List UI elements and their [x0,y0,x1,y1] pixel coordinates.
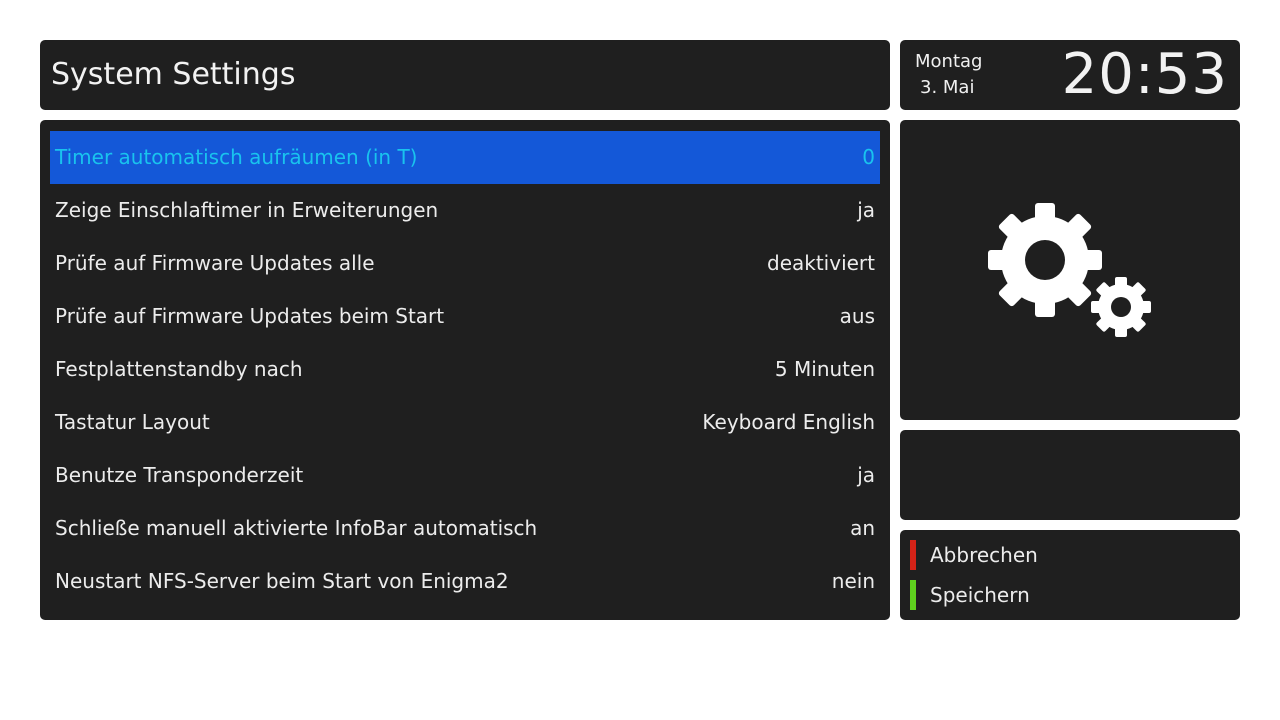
setting-value: aus [839,304,875,328]
settings-row[interactable]: Prüfe auf Firmware Updates beim Start au… [50,290,880,343]
settings-row[interactable]: Schließe manuell aktivierte InfoBar auto… [50,502,880,555]
clock-panel: Montag 3. Mai 20:53 [900,40,1240,110]
settings-list[interactable]: Timer automatisch aufräumen (in T) 0 Zei… [40,120,890,620]
setting-label: Prüfe auf Firmware Updates alle [55,251,375,275]
setting-value: Keyboard English [702,410,875,434]
button-panel: Abbrechen Speichern [900,530,1240,620]
clock-day: Montag [915,51,983,72]
settings-row[interactable]: Neustart NFS-Server beim Start von Enigm… [50,555,880,608]
green-key-indicator [910,580,916,610]
setting-value: 0 [862,145,875,169]
cancel-button[interactable]: Abbrechen [910,530,1230,570]
settings-row[interactable]: Prüfe auf Firmware Updates alle deaktivi… [50,237,880,290]
clock-date: 3. Mai [920,77,975,98]
setting-label: Schließe manuell aktivierte InfoBar auto… [55,516,538,540]
setting-value: ja [857,198,875,222]
gears-icon [988,203,1151,337]
page-title: System Settings [51,57,296,92]
setting-label: Tastatur Layout [55,410,210,434]
setting-value: ja [857,463,875,487]
setting-label: Prüfe auf Firmware Updates beim Start [55,304,445,328]
setting-value: an [850,516,875,540]
settings-row[interactable]: Timer automatisch aufräumen (in T) 0 [50,131,880,184]
clock-time: 20:53 [1061,42,1228,107]
setting-label: Festplattenstandby nach [55,357,303,381]
setting-value: 5 Minuten [774,357,875,381]
setting-label: Neustart NFS-Server beim Start von Enigm… [55,569,509,593]
settings-row[interactable]: Zeige Einschlaftimer in Erweiterungen ja [50,184,880,237]
settings-row[interactable]: Benutze Transponderzeit ja [50,449,880,502]
red-key-indicator [910,540,916,570]
cancel-button-label: Abbrechen [930,543,1038,567]
save-button-label: Speichern [930,583,1030,607]
setting-label: Benutze Transponderzeit [55,463,304,487]
info-panel [900,430,1240,520]
title-panel: System Settings [40,40,890,110]
settings-row[interactable]: Festplattenstandby nach 5 Minuten [50,343,880,396]
setting-value: nein [831,569,875,593]
settings-row[interactable]: Tastatur Layout Keyboard English [50,396,880,449]
save-button[interactable]: Speichern [910,570,1230,610]
setting-label: Timer automatisch aufräumen (in T) [55,145,418,169]
setting-value: deaktiviert [767,251,875,275]
setting-label: Zeige Einschlaftimer in Erweiterungen [55,198,439,222]
icon-panel [900,120,1240,420]
